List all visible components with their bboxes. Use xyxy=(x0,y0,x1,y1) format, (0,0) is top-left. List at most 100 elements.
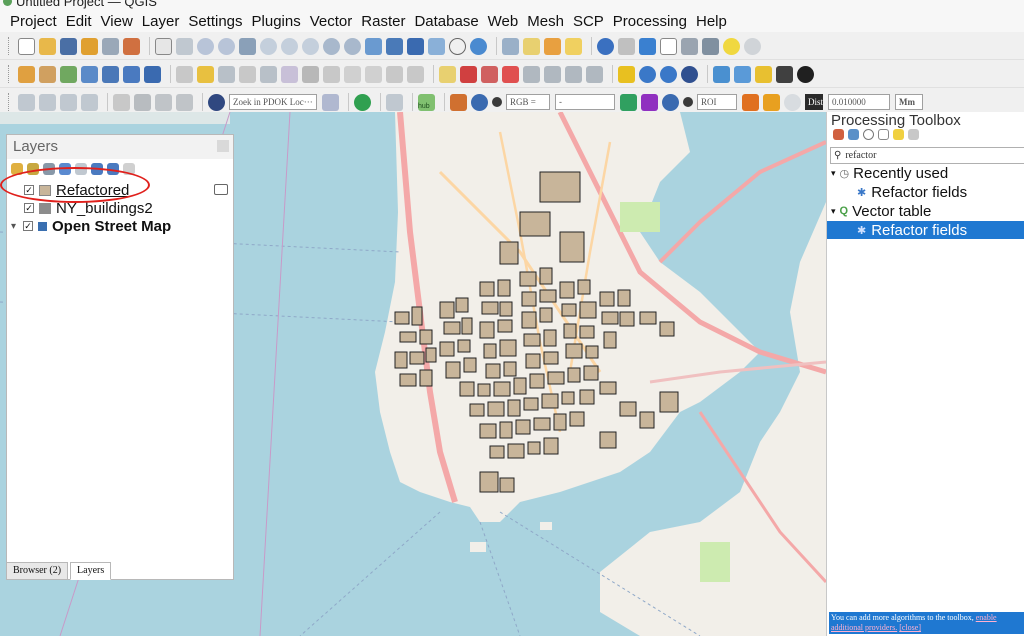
scp-rgb-toggle-icon[interactable] xyxy=(492,97,502,107)
measure-angle-icon[interactable] xyxy=(60,93,77,111)
new-project-icon[interactable] xyxy=(18,37,35,55)
reshape-icon[interactable] xyxy=(134,93,151,111)
options-icon[interactable] xyxy=(908,129,919,140)
show-hide-labels-icon[interactable] xyxy=(586,65,603,83)
chevron-down-icon[interactable]: ▾ xyxy=(831,206,836,217)
toolbar-grip[interactable] xyxy=(8,93,12,111)
current-edits-icon[interactable] xyxy=(176,65,193,83)
pan-to-selection-icon[interactable] xyxy=(176,37,193,55)
scripts-icon[interactable] xyxy=(848,129,859,140)
algorithm-refactor-fields[interactable]: ✱ Refactor fields xyxy=(827,221,1024,239)
add-delimited-text-icon[interactable] xyxy=(123,65,140,83)
tab-layers[interactable]: Layers xyxy=(70,562,112,580)
bookmark-icon[interactable] xyxy=(407,37,424,55)
processing-toolbox-icon[interactable] xyxy=(639,37,656,55)
zoom-layer-icon[interactable] xyxy=(281,37,298,55)
text-annotation-icon[interactable] xyxy=(702,37,719,55)
dist-value-input[interactable]: 0.010000 xyxy=(828,94,890,110)
scp-band-icon[interactable] xyxy=(755,65,772,83)
scp-cloud-mask-icon[interactable] xyxy=(620,93,637,111)
zoom-out-icon[interactable] xyxy=(218,37,235,55)
new-geopackage-icon[interactable] xyxy=(39,65,56,83)
rgb-combo[interactable]: RGB = xyxy=(506,94,550,110)
band-set-combo[interactable]: - xyxy=(555,94,615,110)
attribute-table-icon[interactable] xyxy=(618,37,635,55)
georeferencer-icon[interactable] xyxy=(618,65,635,83)
paste-features-icon[interactable] xyxy=(365,65,382,83)
open-project-icon[interactable] xyxy=(39,37,56,55)
layer-visibility-checkbox[interactable]: ✓ xyxy=(23,221,33,231)
menu-help[interactable]: Help xyxy=(696,13,727,30)
locate-icon[interactable] xyxy=(744,37,761,55)
identify-icon[interactable] xyxy=(597,37,614,55)
layer-symbol-swatch[interactable] xyxy=(39,202,51,214)
globe-icon[interactable] xyxy=(639,65,656,83)
delete-selected-icon[interactable] xyxy=(302,65,319,83)
statistics-icon[interactable] xyxy=(660,37,677,55)
map-tips-icon[interactable] xyxy=(723,37,740,55)
memory-layer-icon[interactable] xyxy=(214,184,228,195)
chevron-down-icon[interactable]: ▾ xyxy=(831,168,836,179)
new-map-view-icon[interactable] xyxy=(365,37,382,55)
scp-refresh-icon[interactable] xyxy=(784,93,801,111)
layer-row-open-street-map[interactable]: ▾ ✓ Open Street Map xyxy=(11,217,171,235)
menu-edit[interactable]: Edit xyxy=(66,13,92,30)
pdok-clear-icon[interactable] xyxy=(322,93,339,111)
python-console-icon[interactable] xyxy=(713,65,730,83)
rotate-label-icon[interactable] xyxy=(544,65,561,83)
change-label-icon[interactable] xyxy=(565,65,582,83)
digitize-icon[interactable] xyxy=(239,65,256,83)
menu-project[interactable]: Project xyxy=(10,13,57,30)
roi-combo[interactable]: ROI xyxy=(697,94,737,110)
scp-zoom-icon[interactable] xyxy=(471,93,488,111)
toolbar-grip[interactable] xyxy=(8,65,12,83)
scp-zoom-roi-icon[interactable] xyxy=(662,93,679,111)
add-wms-icon[interactable] xyxy=(144,65,161,83)
message-close-link[interactable]: [close] xyxy=(899,623,921,632)
algorithm-refactor-fields-recent[interactable]: ✱ Refactor fields xyxy=(827,183,1024,201)
edit-features-in-place-icon[interactable] xyxy=(893,129,904,140)
save-edits-icon[interactable] xyxy=(218,65,235,83)
menu-web[interactable]: Web xyxy=(488,13,519,30)
group-vector-table[interactable]: ▾ Q Vector table xyxy=(827,202,1024,220)
identify-features-icon[interactable] xyxy=(502,37,519,55)
menu-processing[interactable]: Processing xyxy=(613,13,687,30)
add-vector-icon[interactable] xyxy=(60,65,77,83)
new-3d-view-icon[interactable] xyxy=(386,37,403,55)
chevron-down-icon[interactable]: ▾ xyxy=(11,221,23,232)
scp-classification-icon[interactable] xyxy=(742,93,759,111)
menu-vector[interactable]: Vector xyxy=(310,13,353,30)
menu-layer[interactable]: Layer xyxy=(142,13,180,30)
pan-icon[interactable] xyxy=(155,37,172,55)
toolbar-grip[interactable] xyxy=(8,37,12,55)
pin-labels-icon[interactable] xyxy=(481,65,498,83)
measure-line-icon[interactable] xyxy=(18,93,35,111)
zoom-next-icon[interactable] xyxy=(344,37,361,55)
layer-visibility-checkbox[interactable]: ✓ xyxy=(24,203,34,213)
results-viewer-icon[interactable] xyxy=(878,129,889,140)
modify-attributes-icon[interactable] xyxy=(281,65,298,83)
redo-icon[interactable] xyxy=(407,65,424,83)
plugin-icon[interactable] xyxy=(734,65,751,83)
qgis-hub-icon[interactable]: hub xyxy=(418,93,435,111)
style-manager-icon[interactable] xyxy=(123,37,140,55)
spectral-icon[interactable] xyxy=(797,65,814,83)
tab-browser[interactable]: Browser (2) xyxy=(6,562,69,580)
select-by-value-icon[interactable] xyxy=(544,37,561,55)
layer-name[interactable]: Open Street Map xyxy=(52,218,171,235)
move-label-icon[interactable] xyxy=(523,65,540,83)
measure-icon[interactable] xyxy=(681,37,698,55)
menu-raster[interactable]: Raster xyxy=(361,13,405,30)
close-icon[interactable] xyxy=(217,140,229,152)
menu-view[interactable]: View xyxy=(101,13,133,30)
locator-search-combo[interactable]: Zoek in PDOK Loc··· xyxy=(229,94,317,110)
undo-icon[interactable] xyxy=(386,65,403,83)
menu-database[interactable]: Database xyxy=(414,13,478,30)
zoom-in-icon[interactable] xyxy=(197,37,214,55)
binoculars-icon[interactable] xyxy=(776,65,793,83)
scp-roi-toggle-icon[interactable] xyxy=(683,97,693,107)
zoom-full-icon[interactable] xyxy=(239,37,256,55)
select-features-icon[interactable] xyxy=(523,37,540,55)
measure-area-icon[interactable] xyxy=(39,93,56,111)
zoom-last-icon[interactable] xyxy=(323,37,340,55)
